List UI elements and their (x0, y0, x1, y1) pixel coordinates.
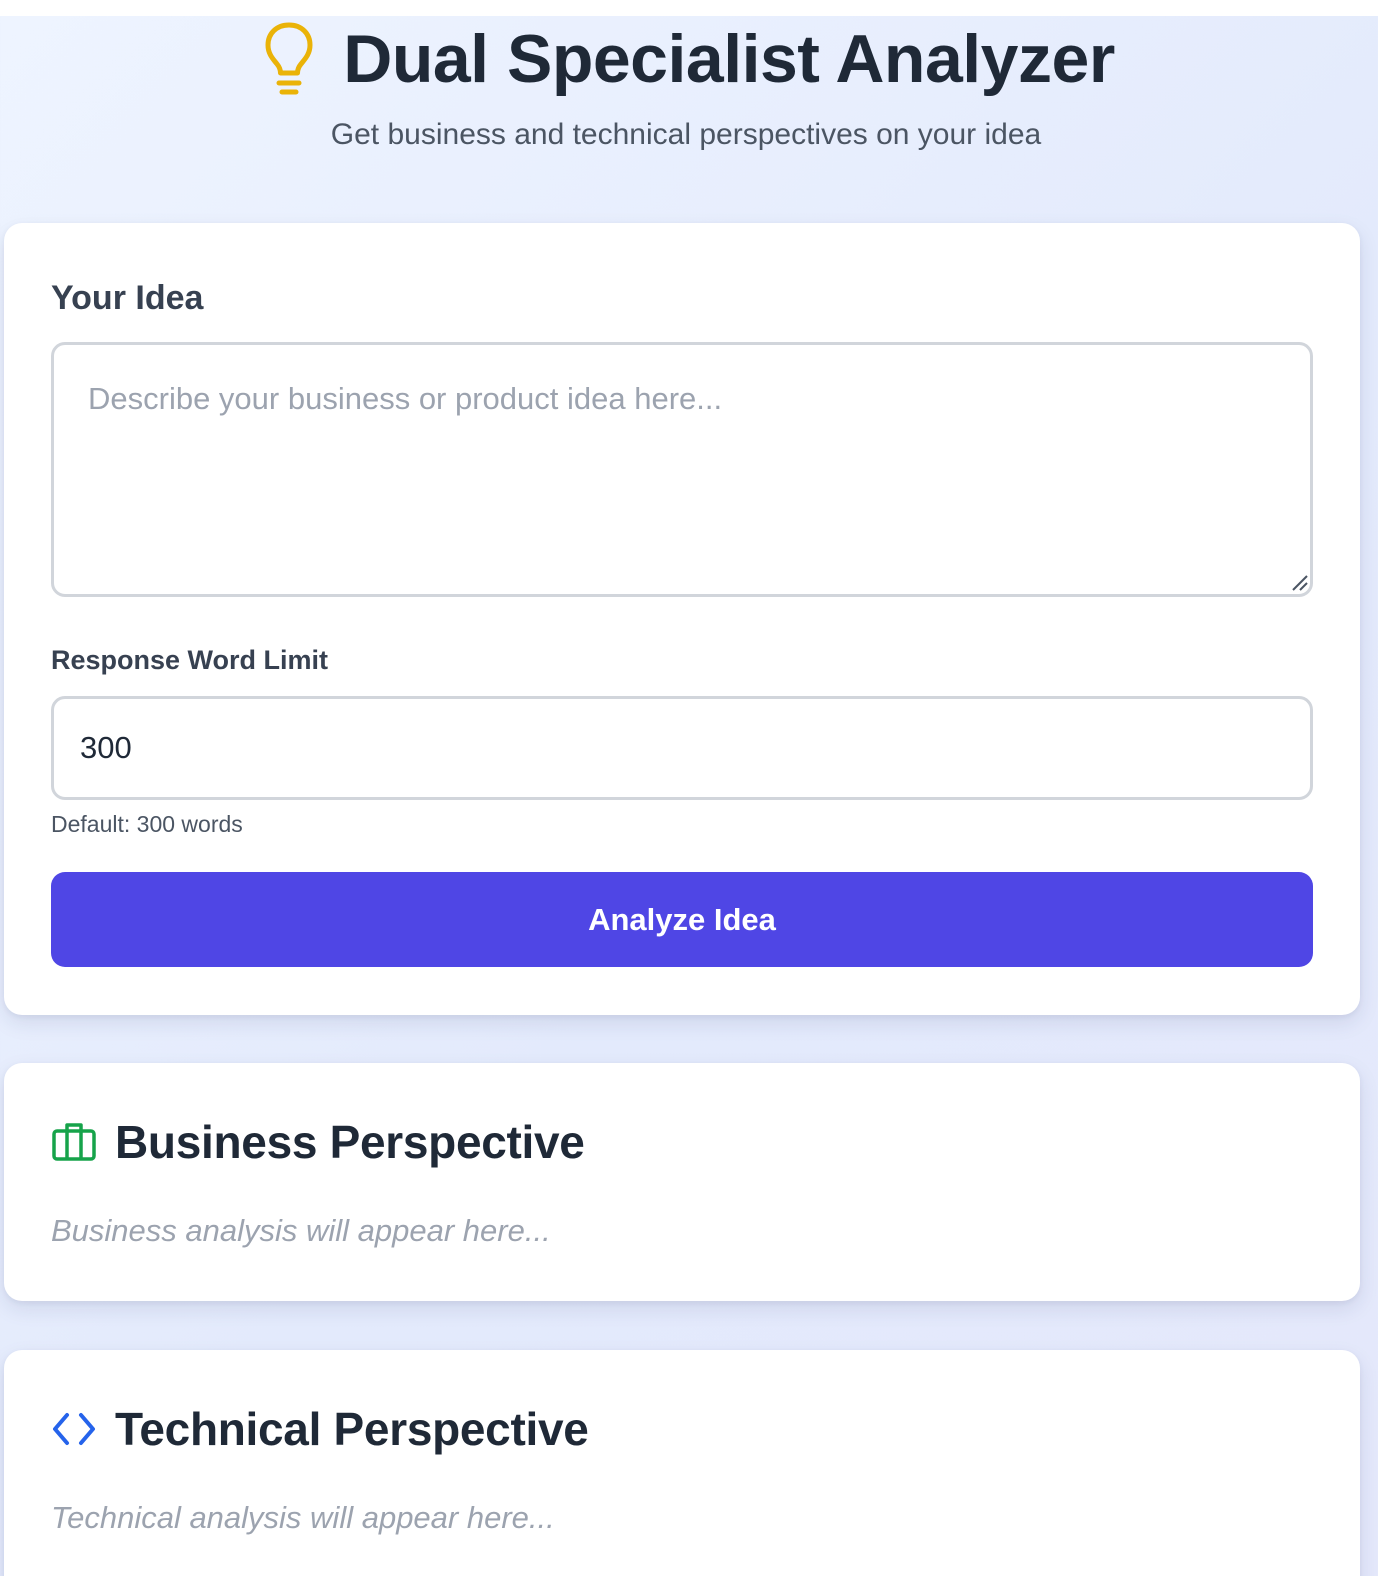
code-icon (53, 1413, 95, 1445)
word-limit-label: Response Word Limit (51, 645, 329, 675)
business-heading: Business Perspective (51, 1115, 585, 1169)
word-limit-hint: Default: 300 words (51, 811, 243, 837)
technical-title: Technical Perspective (115, 1403, 589, 1455)
resize-grip-icon[interactable] (1291, 574, 1309, 592)
idea-form-card: Your Idea Response Word Limit Default: 3… (4, 223, 1360, 1015)
page-header: Dual Specialist Analyzer Get business an… (0, 16, 1378, 206)
technical-placeholder: Technical analysis will appear here... (51, 1500, 555, 1535)
title-row: Dual Specialist Analyzer (0, 16, 1378, 102)
top-strip (0, 0, 1378, 16)
analyze-idea-button[interactable]: Analyze Idea (51, 872, 1313, 967)
idea-textarea[interactable] (51, 342, 1313, 597)
business-title: Business Perspective (115, 1116, 585, 1168)
business-placeholder: Business analysis will appear here... (51, 1213, 551, 1248)
technical-perspective-card: Technical Perspective Technical analysis… (4, 1350, 1360, 1576)
page-title: Dual Specialist Analyzer (343, 21, 1115, 97)
word-limit-input[interactable] (51, 696, 1313, 800)
idea-label: Your Idea (51, 279, 204, 317)
page-subtitle: Get business and technical perspectives … (330, 118, 1042, 151)
lightbulb-icon (265, 22, 313, 95)
briefcase-icon (52, 1123, 96, 1161)
business-perspective-card: Business Perspective Business analysis w… (4, 1063, 1360, 1301)
technical-heading: Technical Perspective (51, 1402, 589, 1456)
